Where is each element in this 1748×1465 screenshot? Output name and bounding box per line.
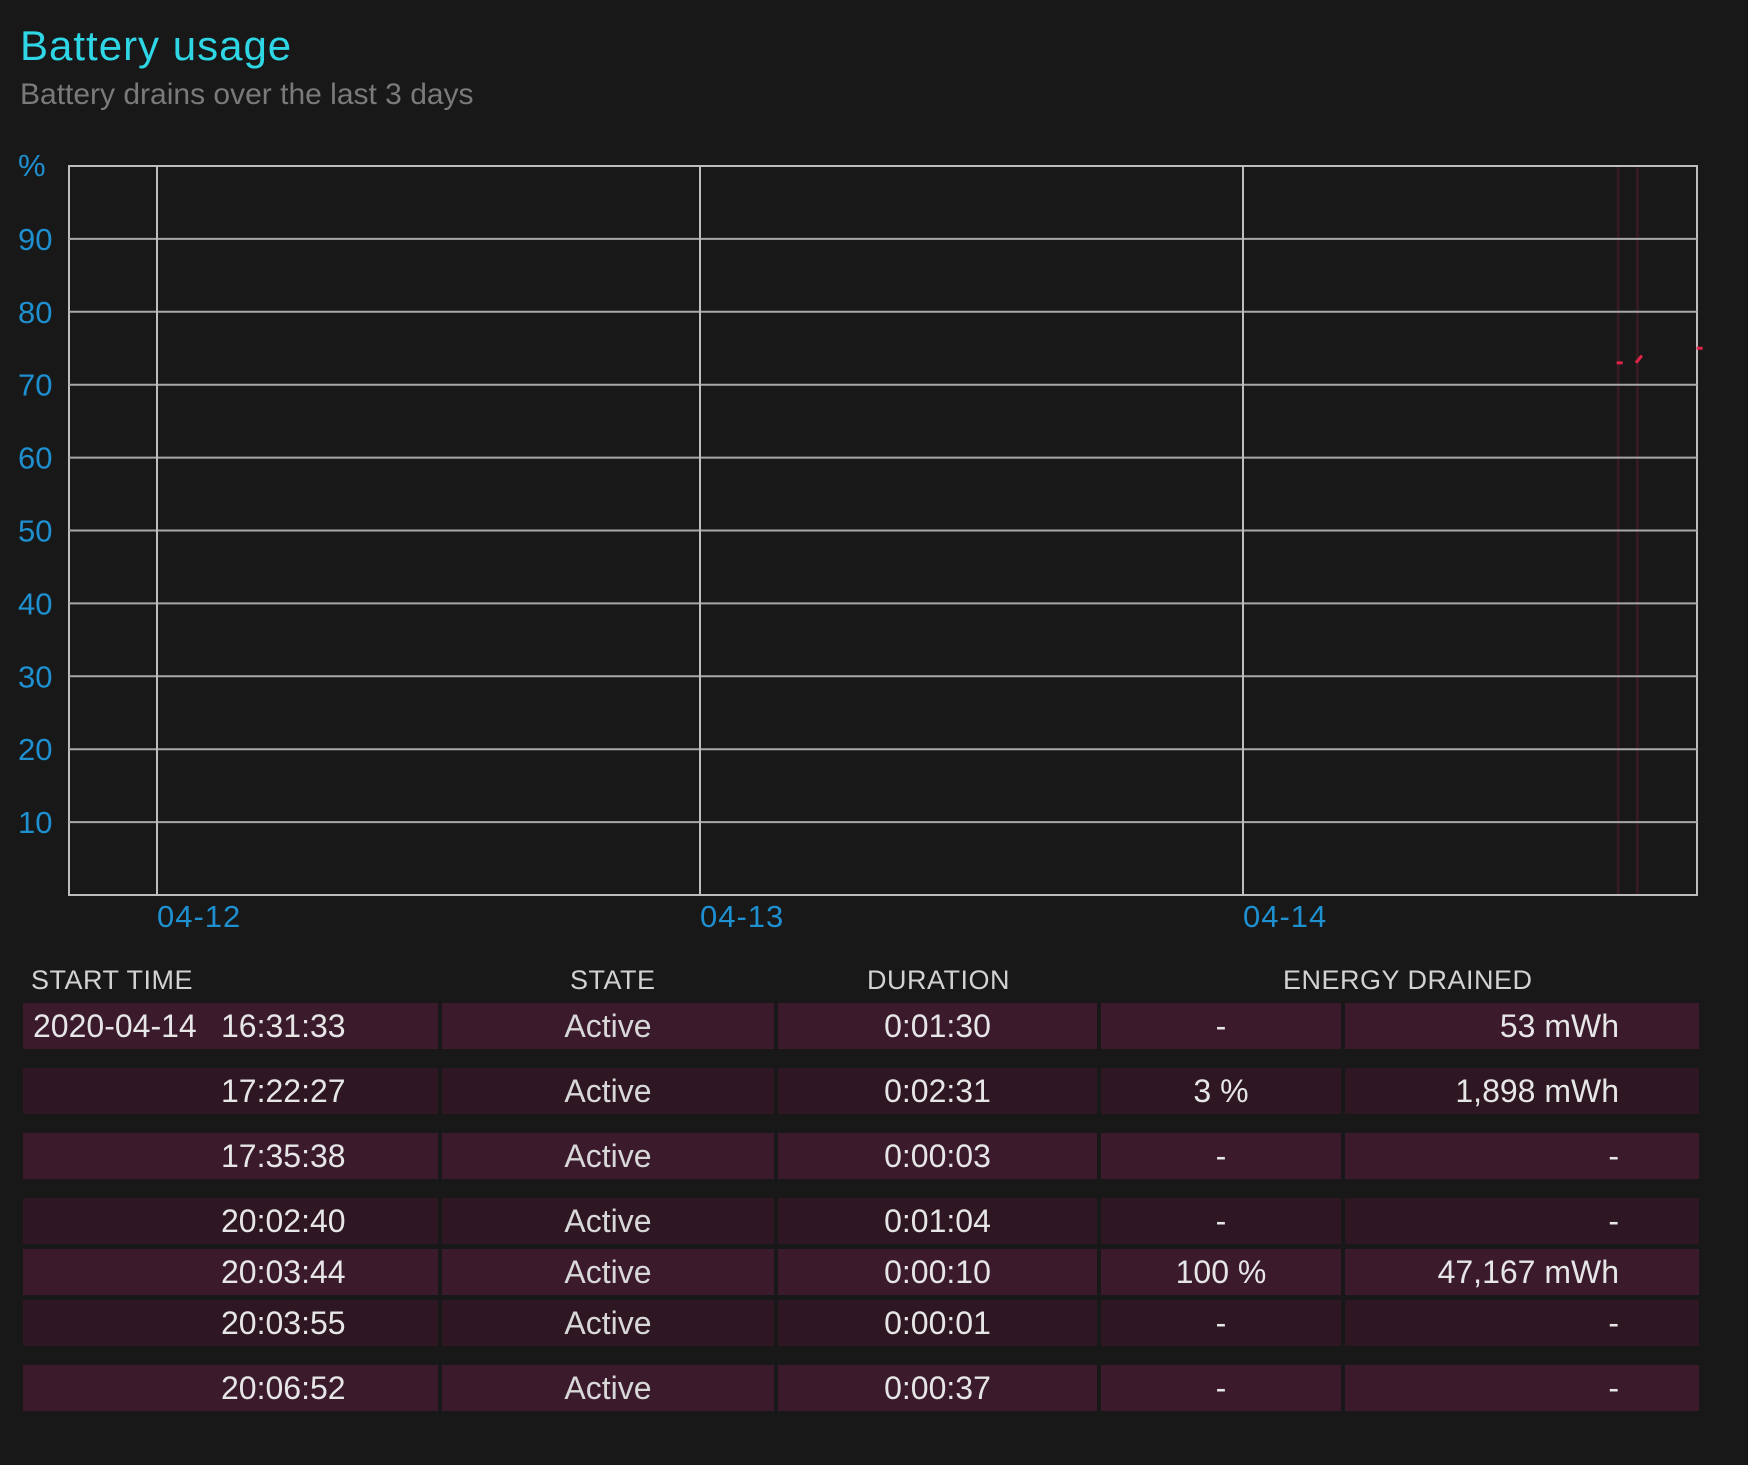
col-header-start-time[interactable]: START TIME [31,965,193,999]
energy-mwh-cell: 1,898 mWh [1345,1068,1699,1114]
table-row[interactable]: 17:22:27 Active 0:02:31 3 % 1,898 mWh [23,1068,1699,1114]
duration-cell: 0:00:01 [778,1300,1097,1346]
x-tick-label: 04-12 [157,899,241,934]
table-row[interactable]: 20:06:52 Active 0:00:37- - [23,1365,1699,1411]
duration-cell: 0:00:03 [778,1133,1097,1179]
start-time-cell: 17:35:38 [23,1133,438,1179]
duration-cell: 0:01:30 [778,1003,1097,1049]
y-tick-label: 10 [18,805,52,840]
start-time: 20:06:52 [221,1370,346,1406]
y-unit-label: % [18,148,46,183]
duration-cell: 0:00:10 [778,1249,1097,1295]
state-cell: Active [442,1249,774,1295]
y-tick-label: 80 [18,295,52,330]
start-time: 20:03:55 [221,1305,346,1341]
x-tick-label: 04-13 [700,899,784,934]
y-tick-label: 70 [18,368,52,403]
energy-mwh-cell: - [1345,1300,1699,1346]
start-time: 20:02:40 [221,1203,346,1239]
energy-mwh-cell: - [1345,1198,1699,1244]
battery-drain-chart: 90 80 70 60 50 40 30 20 10% 04-12 04-13 04-14 [18,148,1703,934]
state-cell: Active [442,1365,774,1411]
table-row[interactable]: 17:35:38 Active 0:00:03- - [23,1133,1699,1179]
start-time-cell: 17:22:27 [23,1068,438,1114]
y-tick-label: 50 [18,514,52,549]
start-time-cell: 2020-04-14 16:31:33 [23,1003,438,1049]
start-time: 17:22:27 [221,1073,346,1109]
energy-mwh-cell: 53 mWh [1345,1003,1699,1049]
state-cell: Active [442,1003,774,1049]
duration-cell: 0:02:31 [778,1068,1097,1114]
energy-percent-cell: - [1101,1365,1341,1411]
y-tick-label: 60 [18,441,52,476]
col-header-duration[interactable]: DURATION [867,965,1010,999]
y-tick-label: 40 [18,586,52,621]
state-cell: Active [442,1133,774,1179]
start-time-cell: 20:03:55 [23,1300,438,1346]
energy-percent-cell: 100 % [1101,1249,1341,1295]
col-header-state[interactable]: STATE [570,965,656,999]
start-time-cell: 20:02:40 [23,1198,438,1244]
start-time-cell: 20:03:44 [23,1249,438,1295]
energy-percent-cell: - [1101,1003,1341,1049]
energy-percent-cell: - [1101,1198,1341,1244]
energy-mwh-cell: 47,167 mWh [1345,1249,1699,1295]
energy-mwh-cell: - [1345,1133,1699,1179]
energy-percent-cell: - [1101,1133,1341,1179]
duration-cell: 0:00:37 [778,1365,1097,1411]
energy-percent-cell: 3 % [1101,1068,1341,1114]
y-tick-label: 30 [18,659,52,694]
state-cell: Active [442,1068,774,1114]
energy-mwh-cell: - [1345,1365,1699,1411]
duration-cell: 0:01:04 [778,1198,1097,1244]
start-time-cell: 20:06:52 [23,1365,438,1411]
state-cell: Active [442,1300,774,1346]
y-tick-label: 90 [18,222,52,257]
table-row[interactable]: 20:02:40 Active 0:01:04- - [23,1198,1699,1244]
start-time: 20:03:44 [221,1254,346,1290]
energy-percent-cell: - [1101,1300,1341,1346]
table-row[interactable]: 20:03:55 Active 0:00:01- - [23,1300,1699,1346]
table-row[interactable]: 2020-04-14 16:31:33 Active 0:01:30-53 mWh [23,1003,1699,1049]
y-tick-label: 20 [18,732,52,767]
table-row[interactable]: 20:03:44 Active 0:00:10 100 % 47,167 mWh [23,1249,1699,1295]
x-tick-label: 04-14 [1243,899,1327,934]
start-time: 17:35:38 [221,1138,346,1174]
state-cell: Active [442,1198,774,1244]
col-header-energy-drained[interactable]: ENERGY DRAINED [1283,965,1533,999]
start-date: 2020-04-14 [33,1008,197,1044]
start-time: 16:31:33 [221,1008,346,1044]
